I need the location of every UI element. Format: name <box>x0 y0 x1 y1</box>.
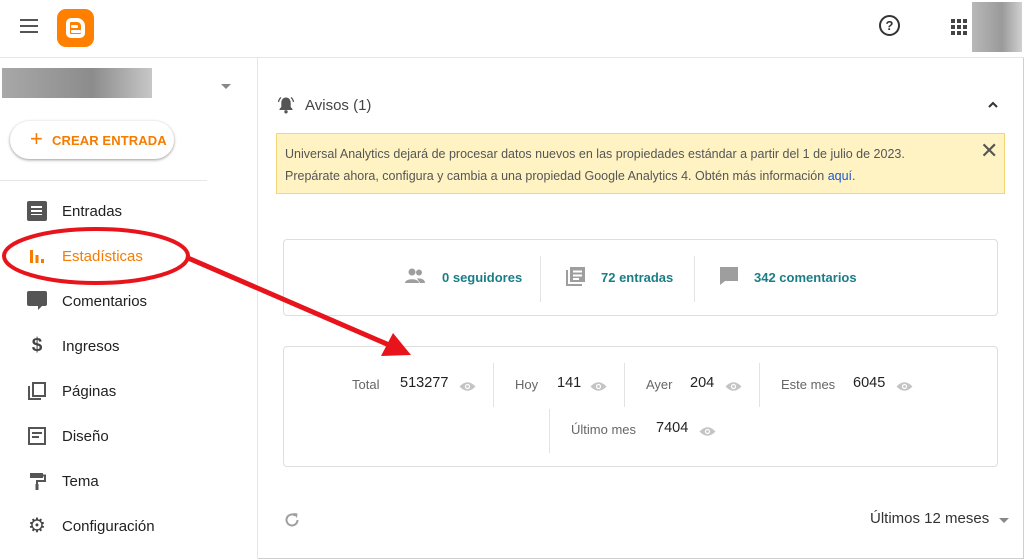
chevron-down-icon[interactable] <box>999 518 1009 523</box>
today-label: Hoy <box>515 377 539 392</box>
today-value: 141 <box>557 375 582 391</box>
notice-line-2-end: . <box>852 169 856 183</box>
posts-icon <box>27 201 47 221</box>
blog-selector-caret-icon[interactable] <box>221 84 231 89</box>
create-post-label: CREAR ENTRADA <box>52 133 167 148</box>
help-icon[interactable]: ? <box>879 15 900 36</box>
divider <box>493 363 494 407</box>
sidebar-item-label: Tema <box>62 473 99 490</box>
sidebar: + CREAR ENTRADA Entradas Estadísticas Co… <box>0 58 258 559</box>
sidebar-item-paginas[interactable]: Páginas <box>0 374 240 408</box>
eye-icon <box>590 379 607 391</box>
pageviews-card: Total 513277 Hoy 141 Ayer 204 Este mes 6… <box>283 346 998 467</box>
sidebar-item-label: Páginas <box>62 383 117 400</box>
eye-icon <box>896 379 913 391</box>
gear-icon: ⚙ <box>28 515 46 537</box>
total-value: 513277 <box>400 375 449 391</box>
divider <box>549 409 550 453</box>
notice-line-1: Universal Analytics dejará de procesar d… <box>285 147 905 161</box>
this-month-value: 6045 <box>853 375 886 391</box>
divider <box>540 256 541 302</box>
bell-icon <box>277 96 295 114</box>
sidebar-item-tema[interactable]: Tema <box>0 464 240 498</box>
main-content: Avisos (1) Universal Analytics dejará de… <box>259 58 1024 559</box>
close-icon[interactable]: ✕ <box>980 140 998 162</box>
notice-line-2-text: Prepárate ahora, configura y cambia a un… <box>285 169 825 183</box>
comments-count-icon <box>718 266 740 286</box>
blogger-logo-icon[interactable] <box>57 9 94 47</box>
total-label: Total <box>352 377 380 392</box>
notices-title: Avisos (1) <box>305 97 372 114</box>
sidebar-item-label: Estadísticas <box>62 248 143 265</box>
notice-line-2: Prepárate ahora, configura y cambia a un… <box>285 169 856 183</box>
this-month-label: Este mes <box>781 377 836 392</box>
sidebar-divider <box>0 180 207 181</box>
followers-icon <box>404 266 426 286</box>
blog-selector[interactable] <box>2 68 152 98</box>
yesterday-label: Ayer <box>646 377 673 392</box>
divider <box>624 363 625 407</box>
sidebar-item-label: Configuración <box>62 518 155 535</box>
stats-icon <box>27 246 47 266</box>
last-month-label: Último mes <box>571 422 637 437</box>
comments-link[interactable]: 342 comentarios <box>754 270 857 285</box>
avatar[interactable] <box>972 2 1022 52</box>
sidebar-item-configuracion[interactable]: ⚙ Configuración <box>0 509 240 543</box>
sidebar-item-estadisticas[interactable]: Estadísticas <box>0 239 240 273</box>
pages-icon <box>27 381 47 401</box>
eye-icon <box>699 424 716 436</box>
dollar-icon: $ <box>31 335 43 356</box>
notices-header[interactable]: Avisos (1) <box>277 94 1007 116</box>
yesterday-value: 204 <box>690 375 715 391</box>
posts-count-icon <box>565 266 587 286</box>
chevron-up-icon[interactable] <box>987 98 999 110</box>
plus-icon: + <box>30 126 43 151</box>
sidebar-item-entradas[interactable]: Entradas <box>0 194 240 228</box>
eye-icon <box>725 379 742 391</box>
eye-icon <box>459 379 476 391</box>
sidebar-item-label: Ingresos <box>62 338 120 355</box>
top-bar: ? <box>0 0 1024 58</box>
posts-link[interactable]: 72 entradas <box>601 270 673 285</box>
hamburger-menu-icon[interactable] <box>20 19 40 35</box>
sidebar-item-comentarios[interactable]: Comentarios <box>0 284 240 318</box>
followers-link[interactable]: 0 seguidores <box>442 270 522 285</box>
sidebar-item-label: Diseño <box>62 428 109 445</box>
comments-icon <box>27 291 47 310</box>
refresh-icon[interactable] <box>283 511 301 529</box>
period-select[interactable]: Últimos 12 meses <box>870 510 989 527</box>
sidebar-item-ingresos[interactable]: $ Ingresos <box>0 329 240 363</box>
create-post-button[interactable]: + CREAR ENTRADA <box>10 121 174 159</box>
paint-roller-icon <box>27 471 47 491</box>
sidebar-item-label: Entradas <box>62 203 123 220</box>
analytics-notice: Universal Analytics dejará de procesar d… <box>276 133 1005 194</box>
last-month-value: 7404 <box>656 420 689 436</box>
sidebar-item-label: Comentarios <box>62 293 148 310</box>
sidebar-item-diseno[interactable]: Diseño <box>0 419 240 453</box>
notice-more-info-link[interactable]: aquí <box>828 169 852 183</box>
layout-icon <box>27 426 47 446</box>
divider <box>694 256 695 302</box>
summary-card: 0 seguidores 72 entradas 342 comentarios <box>283 239 998 316</box>
apps-grid-icon[interactable] <box>951 19 967 35</box>
divider <box>759 363 760 407</box>
